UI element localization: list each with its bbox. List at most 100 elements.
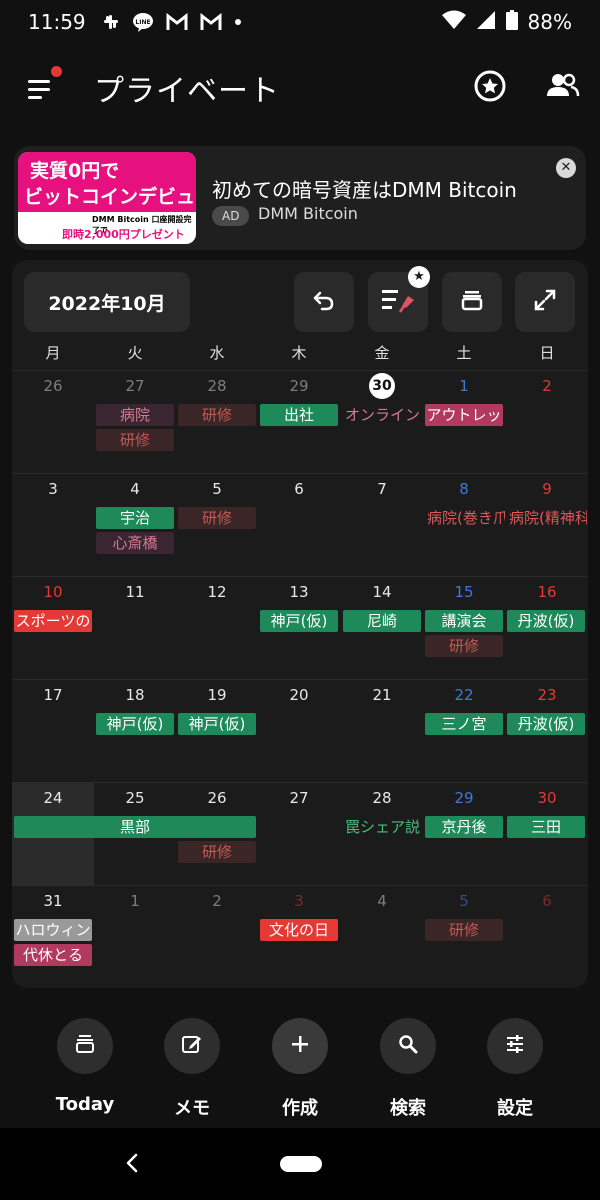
ad-banner[interactable]: 実質0円で ビットコインデビュー DMM Bitcoin 口座開設完了で 即時2… <box>14 146 586 250</box>
day-cell[interactable]: 8 <box>423 480 505 498</box>
day-cell[interactable]: 27 <box>94 377 176 395</box>
event-chip[interactable]: 研修 <box>425 919 503 941</box>
event-chip[interactable]: 京丹後 <box>425 816 503 838</box>
event-chip[interactable]: 代休とる <box>14 944 92 966</box>
back-chevron-icon[interactable] <box>120 1150 146 1176</box>
day-cell[interactable]: 2 <box>176 892 258 910</box>
day-cell[interactable]: 29 <box>423 789 505 807</box>
event-chip[interactable]: 出社 <box>260 404 338 426</box>
home-pill-icon[interactable] <box>280 1156 322 1172</box>
event-chip[interactable]: アウトレッ <box>425 404 503 426</box>
line-logo-text: LINE <box>135 19 150 26</box>
day-cell[interactable]: 28 <box>176 377 258 395</box>
event-chip[interactable]: 研修 <box>178 507 256 529</box>
event-chip[interactable]: 尼崎 <box>343 610 421 632</box>
memo-button[interactable] <box>164 1018 220 1074</box>
day-cell[interactable]: 5 <box>423 892 505 910</box>
event-chip[interactable]: 宇治 <box>96 507 174 529</box>
day-cell[interactable]: 1 <box>94 892 176 910</box>
event-chip[interactable]: 研修 <box>425 635 503 657</box>
day-cell[interactable]: 26 <box>176 789 258 807</box>
day-cell[interactable]: 26 <box>12 377 94 395</box>
event-chip[interactable]: 病院(精神科 <box>507 507 587 529</box>
day-cell[interactable]: 27 <box>258 789 340 807</box>
day-cell[interactable]: 31 <box>12 892 94 910</box>
day-cell[interactable]: 5 <box>176 480 258 498</box>
event-chip[interactable]: 研修 <box>178 404 256 426</box>
settings-button[interactable] <box>487 1018 543 1074</box>
create-button[interactable] <box>272 1018 328 1074</box>
event-chip[interactable]: スポーツの <box>14 610 92 632</box>
day-cell[interactable]: 7 <box>341 480 423 498</box>
day-cell[interactable]: 25 <box>94 789 176 807</box>
event-chip[interactable]: オンライン <box>343 404 423 426</box>
day-cell[interactable]: 6 <box>506 892 588 910</box>
event-chip-multiday[interactable]: 黒部 <box>14 816 256 838</box>
event-chip[interactable]: 研修 <box>96 429 174 451</box>
day-cell[interactable]: 17 <box>12 686 94 704</box>
today-marker[interactable]: 30 <box>369 373 395 399</box>
event-chip[interactable]: 神戸(仮) <box>260 610 338 632</box>
event-chip[interactable]: ハロウィン <box>14 919 92 941</box>
day-cell[interactable]: 24 <box>12 789 94 807</box>
day-cell[interactable]: 21 <box>341 686 423 704</box>
event-chip[interactable]: 神戸(仮) <box>96 713 174 735</box>
create-label[interactable]: 作成 <box>255 1094 345 1120</box>
ad-close-button[interactable]: ✕ <box>556 158 576 178</box>
event-chip[interactable]: 病院 <box>96 404 174 426</box>
event-chip[interactable]: 病院(巻き爪 <box>425 507 505 529</box>
day-cell[interactable]: 30 <box>506 789 588 807</box>
day-cell[interactable]: 13 <box>258 583 340 601</box>
day-cell[interactable]: 4 <box>94 480 176 498</box>
today-button[interactable] <box>57 1018 113 1074</box>
event-chip[interactable]: 研修 <box>178 841 256 863</box>
today-label[interactable]: Today <box>40 1094 130 1115</box>
event-chip[interactable]: 罠シェア説 <box>343 816 423 838</box>
share-users-button[interactable] <box>544 68 580 104</box>
undo-button[interactable] <box>294 272 354 332</box>
menu-button[interactable] <box>22 66 62 106</box>
event-chip[interactable]: 丹波(仮) <box>507 610 585 632</box>
pinned-list-button[interactable]: ★ <box>368 266 430 332</box>
day-cell[interactable]: 3 <box>12 480 94 498</box>
search-label[interactable]: 検索 <box>363 1094 453 1120</box>
expand-icon <box>532 287 558 317</box>
today-stack-icon <box>73 1032 97 1060</box>
favorites-button[interactable] <box>472 68 508 104</box>
event-chip[interactable]: 三田 <box>507 816 585 838</box>
today-stack-button[interactable] <box>442 272 502 332</box>
memo-label[interactable]: メモ <box>147 1094 237 1120</box>
event-chip[interactable]: 文化の日 <box>260 919 338 941</box>
day-cell[interactable]: 12 <box>176 583 258 601</box>
event-chip[interactable]: 三ノ宮 <box>425 713 503 735</box>
day-cell[interactable]: 18 <box>94 686 176 704</box>
day-cell[interactable]: 11 <box>94 583 176 601</box>
day-cell[interactable]: 6 <box>258 480 340 498</box>
day-cell[interactable]: 29 <box>258 377 340 395</box>
search-icon <box>397 1033 419 1059</box>
event-chip[interactable]: 神戸(仮) <box>178 713 256 735</box>
day-cell[interactable]: 15 <box>423 583 505 601</box>
day-cell[interactable]: 28 <box>341 789 423 807</box>
day-cell[interactable]: 3 <box>258 892 340 910</box>
day-cell[interactable]: 23 <box>506 686 588 704</box>
day-cell[interactable]: 4 <box>341 892 423 910</box>
day-cell[interactable]: 16 <box>506 583 588 601</box>
search-button[interactable] <box>380 1018 436 1074</box>
event-chip[interactable]: 丹波(仮) <box>507 713 585 735</box>
day-cell[interactable]: 20 <box>258 686 340 704</box>
day-cell[interactable]: 9 <box>506 480 588 498</box>
day-cell[interactable]: 22 <box>423 686 505 704</box>
expand-button[interactable] <box>515 272 575 332</box>
day-cell[interactable]: 19 <box>176 686 258 704</box>
month-selector[interactable]: 2022年10月 <box>24 272 190 332</box>
day-cell[interactable]: 14 <box>341 583 423 601</box>
settings-label[interactable]: 設定 <box>470 1094 560 1120</box>
day-cell[interactable]: 2 <box>506 377 588 395</box>
ad-title[interactable]: 初めての暗号資産はDMM Bitcoin <box>212 174 517 203</box>
event-chip[interactable]: 講演会 <box>425 610 503 632</box>
day-cell[interactable]: 1 <box>423 377 505 395</box>
ad-image[interactable]: 実質0円で ビットコインデビュー DMM Bitcoin 口座開設完了で 即時2… <box>18 152 196 244</box>
day-cell[interactable]: 10 <box>12 583 94 601</box>
event-chip[interactable]: 心斎橋 <box>96 532 174 554</box>
